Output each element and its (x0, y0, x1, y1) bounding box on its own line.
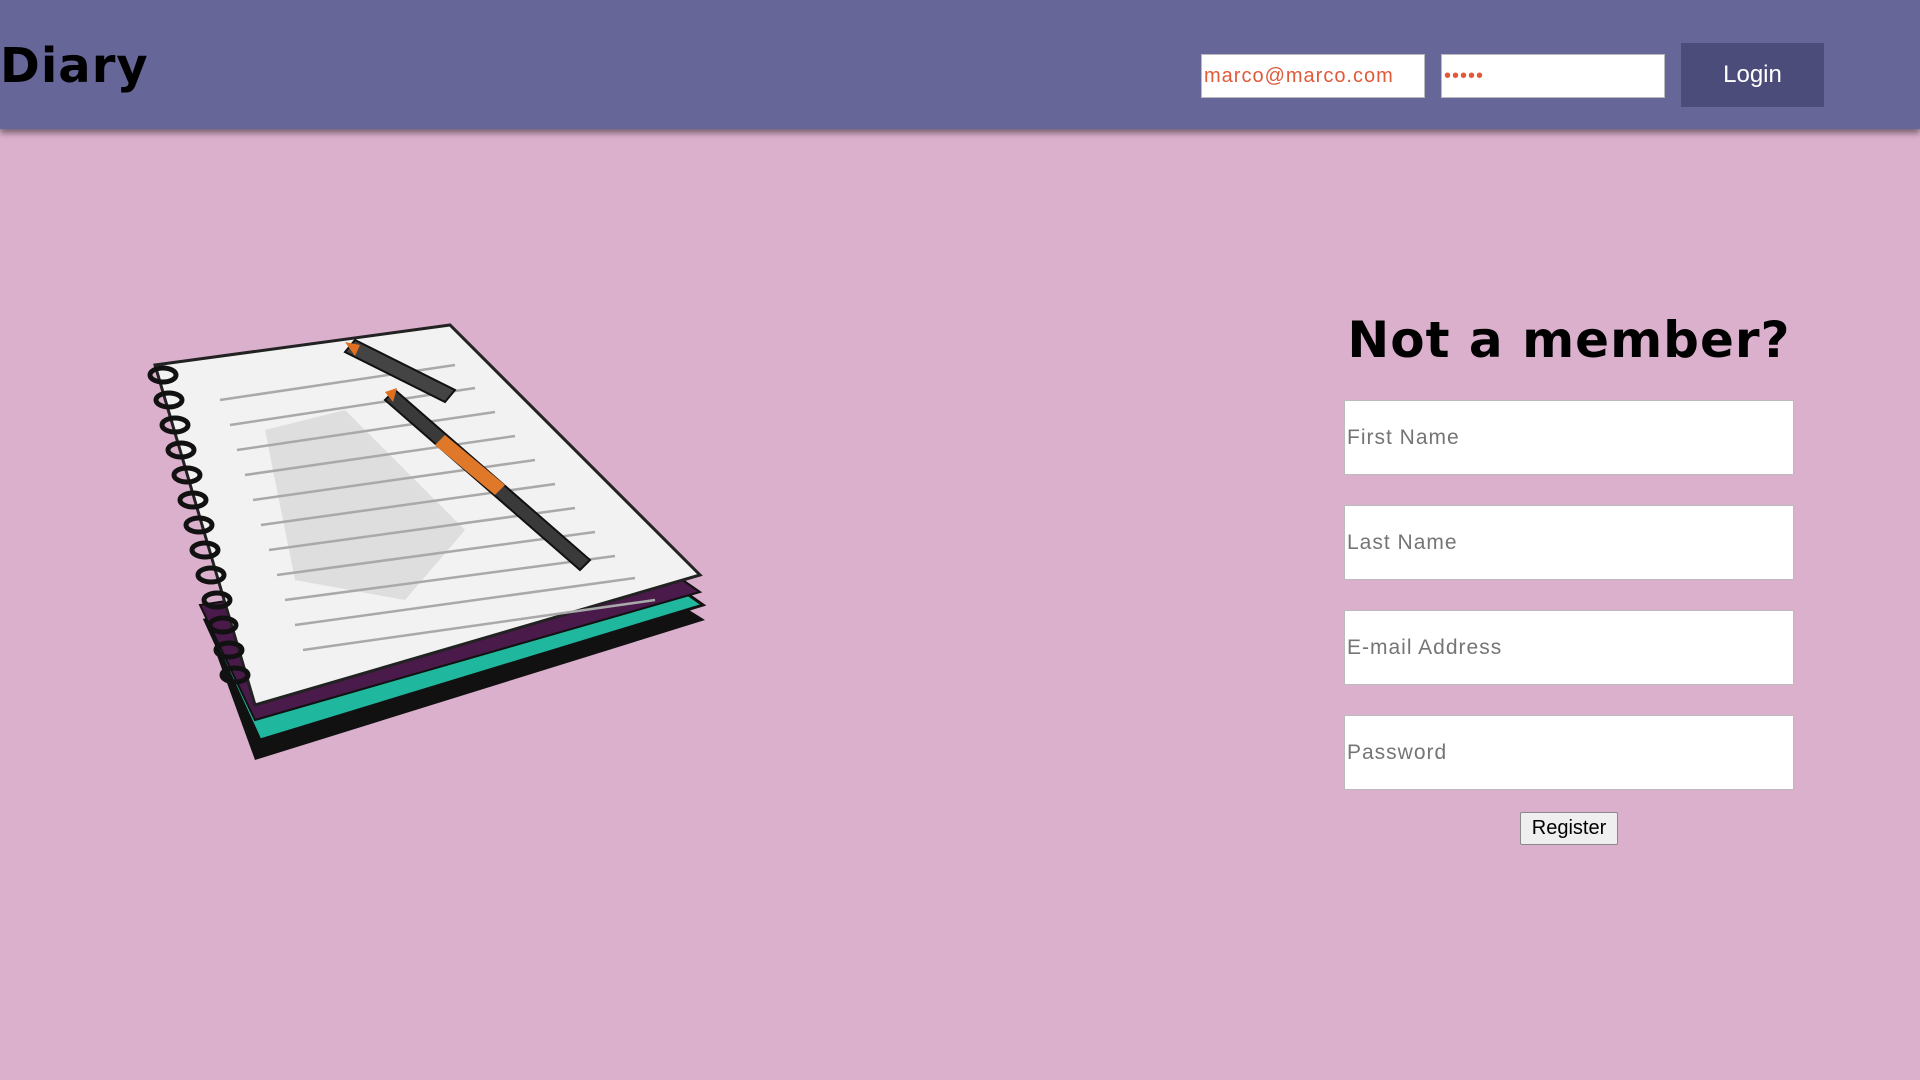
notebook-image (147, 323, 707, 760)
navbar: Diary Login (0, 0, 1920, 129)
brand-logo: Diary (0, 38, 149, 94)
register-button[interactable]: Register (1520, 812, 1618, 845)
register-panel: Not a member? Register (1344, 305, 1794, 845)
password-input[interactable] (1344, 715, 1794, 790)
login-email-input[interactable] (1201, 54, 1425, 98)
email-input[interactable] (1344, 610, 1794, 685)
login-password-input[interactable] (1441, 54, 1665, 98)
notebook-illustration (147, 323, 707, 760)
first-name-input[interactable] (1344, 400, 1794, 475)
login-button[interactable]: Login (1681, 43, 1824, 107)
last-name-input[interactable] (1344, 505, 1794, 580)
register-title: Not a member? (1347, 311, 1791, 369)
